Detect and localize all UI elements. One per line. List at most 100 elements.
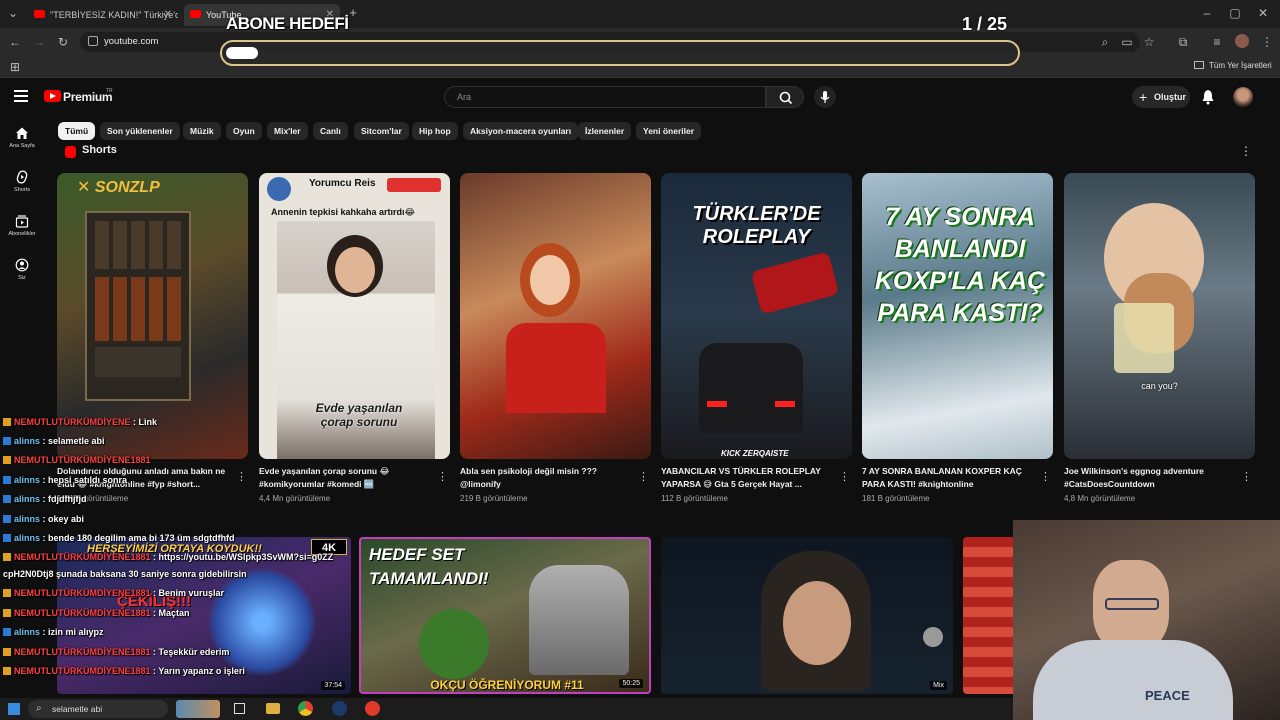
chip-music[interactable]: Müzik — [183, 122, 221, 140]
video-thumbnail[interactable]: Mix — [661, 537, 953, 694]
search-input[interactable]: Ara — [444, 86, 766, 108]
thumb-logo-text: ✕ SONZLP — [77, 179, 160, 196]
sidebar-item-label: Siz — [18, 275, 26, 281]
subscribe-goal-count: 1 / 25 — [962, 14, 1008, 34]
close-window-icon[interactable]: ✕ — [1256, 6, 1270, 20]
tab-terbiyesiz[interactable]: "TERBİYESİZ KADIN!" Türkiye'd ✕ — [28, 4, 178, 26]
chip-hiphop[interactable]: Hip hop — [412, 122, 458, 140]
red-car-shape — [750, 251, 840, 315]
microphone-shape — [923, 627, 943, 647]
short-title[interactable]: Abla sen psikoloji değil misin ??? @limo… — [460, 465, 630, 490]
app-taskbar-icon[interactable] — [365, 701, 380, 716]
chrome-taskbar-icon[interactable] — [298, 701, 313, 716]
cast-icon[interactable]: ▭ — [1120, 35, 1134, 49]
file-explorer-icon[interactable] — [266, 703, 280, 714]
blue-energy-shape — [207, 567, 317, 677]
forward-icon[interactable]: → — [32, 35, 46, 49]
short-title[interactable]: YABANCILAR VS TÜRKLER ROLEPLAY YAPARSA 😅… — [661, 465, 831, 490]
chip-new-recommendations[interactable]: Yeni öneriler — [636, 122, 702, 140]
youtube-logo-text[interactable]: Premium — [63, 90, 113, 104]
chrome-menu-icon[interactable]: ⋮ — [1260, 35, 1274, 49]
short-thumbnail[interactable] — [460, 173, 651, 459]
chat-user: NEMUTLUTÜRKÜMDİYENE1881 — [14, 608, 151, 618]
chip-action-adventure[interactable]: Aksiyon-macera oyunları — [463, 122, 579, 140]
chip-watched[interactable]: İzlenenler — [578, 122, 632, 140]
person-face — [335, 247, 375, 293]
taskbar-search[interactable]: ⌕ selametle abi — [28, 700, 168, 718]
chat-user: NEMUTLUTÜRKÜMDİYENE1881 — [14, 455, 151, 465]
short-thumbnail[interactable]: 7 AY SONRA BANLANDI KOXP'LA KAÇ PARA KAS… — [862, 173, 1053, 459]
subscribe-badge — [387, 178, 441, 192]
short-thumbnail[interactable]: TÜRKLER'DE ROLEPLAY KICK ZERQAISTE — [661, 173, 852, 459]
short-menu-icon[interactable]: ⋮ — [437, 470, 448, 483]
sidebar-item-subscriptions[interactable]: Abonelikler — [0, 214, 44, 237]
site-info-icon[interactable] — [88, 36, 98, 46]
short-views: 181 B görüntüleme — [862, 494, 930, 503]
account-icon — [15, 258, 29, 272]
zoom-icon[interactable]: ⌕ — [1098, 35, 1112, 49]
chat-message: alinns : bende 180 degilim ama bi 173 üm… — [3, 533, 235, 543]
all-bookmarks-link[interactable]: Tüm Yer İşaretleri — [1209, 61, 1272, 70]
sidebar-item-shorts[interactable]: Shorts — [0, 170, 44, 193]
close-tab-icon[interactable]: ✕ — [164, 4, 172, 26]
short-title[interactable]: 7 AY SONRA BANLANAN KOXPER KAÇ PARA KAST… — [862, 465, 1032, 490]
taskbar-search-text: selametle abi — [52, 704, 103, 714]
search-button[interactable] — [766, 86, 804, 108]
steam-taskbar-icon[interactable] — [332, 701, 347, 716]
minimize-icon[interactable]: – — [1200, 6, 1214, 20]
game-inventory-panel — [85, 211, 191, 401]
windows-start-icon[interactable] — [8, 703, 20, 715]
hamburger-menu-icon[interactable] — [14, 90, 28, 102]
chip-all[interactable]: Tümü — [58, 122, 96, 140]
apps-grid-icon[interactable]: ⊞ — [8, 60, 22, 74]
youtube-logo-icon[interactable] — [44, 90, 61, 102]
maximize-icon[interactable]: ▢ — [1228, 6, 1242, 20]
short-thumbnail[interactable]: Yorumcu Reis Annenin tepkisi kahkaha art… — [259, 173, 450, 459]
chip-recent[interactable]: Son yüklenenler — [100, 122, 180, 140]
short-menu-icon[interactable]: ⋮ — [638, 470, 649, 483]
chat-message: alinns : izin mi alıypz — [3, 627, 104, 637]
youtube-favicon-icon — [190, 10, 201, 18]
short-title[interactable]: Evde yaşanılan çorap sorunu 😂 #komikyoru… — [259, 465, 429, 490]
video-duration: 37:54 — [321, 681, 345, 690]
tail-light — [707, 401, 727, 407]
reload-icon[interactable]: ↻ — [56, 35, 70, 49]
short-menu-icon[interactable]: ⋮ — [1040, 470, 1051, 483]
plus-icon: + — [1139, 89, 1148, 105]
back-icon[interactable]: ← — [8, 35, 22, 49]
sidebar-item-you[interactable]: Siz — [0, 258, 44, 281]
short-menu-icon[interactable]: ⋮ — [1241, 470, 1252, 483]
user-badge-icon — [3, 456, 11, 464]
video-thumbnail[interactable]: HEDEF SET TAMAMLANDI! OKÇU ÖĞRENİYORUM #… — [359, 537, 651, 694]
tab-search-icon[interactable]: ⌄ — [6, 6, 20, 20]
chip-mixes[interactable]: Mix'ler — [267, 122, 308, 140]
video-duration: Mix — [930, 681, 947, 690]
search-icon: ⌕ — [36, 703, 42, 714]
sidebar-item-home[interactable]: Ana Sayfa — [0, 126, 44, 149]
voice-search-button[interactable] — [814, 86, 836, 108]
weather-widget[interactable] — [176, 700, 220, 718]
short-menu-icon[interactable]: ⋮ — [236, 470, 247, 483]
short-thumbnail[interactable]: can you? — [1064, 173, 1255, 459]
shorts-icon — [16, 170, 28, 184]
short-title[interactable]: Joe Wilkinson's eggnog adventure #CatsDo… — [1064, 465, 1234, 490]
user-avatar[interactable] — [1233, 87, 1253, 107]
chat-message: NEMUTLUTÜRKÜMDİYENE1881 : Benim vuruşlar — [3, 588, 224, 598]
user-badge-icon — [3, 609, 11, 617]
chip-sitcoms[interactable]: Sitcom'lar — [354, 122, 409, 140]
tab-list-icon[interactable]: ≡ — [1210, 35, 1224, 49]
browser-tab-bar: ⌄ "TERBİYESİZ KADIN!" Türkiye'd ✕ YouTub… — [0, 0, 1280, 28]
chat-text: cpH2N0Dtj8 şunada baksana 30 saniye sonr… — [3, 569, 247, 579]
notifications-bell-icon[interactable] — [1201, 89, 1215, 105]
short-views: 4,4 Mn görüntüleme — [259, 494, 331, 503]
bookmark-star-icon[interactable]: ☆ — [1142, 35, 1156, 49]
create-button[interactable]: + Oluştur — [1132, 86, 1190, 108]
profile-avatar[interactable] — [1235, 34, 1249, 48]
chip-gaming[interactable]: Oyun — [226, 122, 262, 140]
task-view-icon[interactable] — [234, 703, 245, 714]
short-menu-icon[interactable]: ⋮ — [839, 470, 850, 483]
extensions-icon[interactable]: ⧉ — [1176, 35, 1190, 49]
shelf-more-icon[interactable]: ⋮ — [1240, 144, 1252, 158]
orc-shape — [419, 609, 489, 679]
chip-live[interactable]: Canlı — [313, 122, 348, 140]
